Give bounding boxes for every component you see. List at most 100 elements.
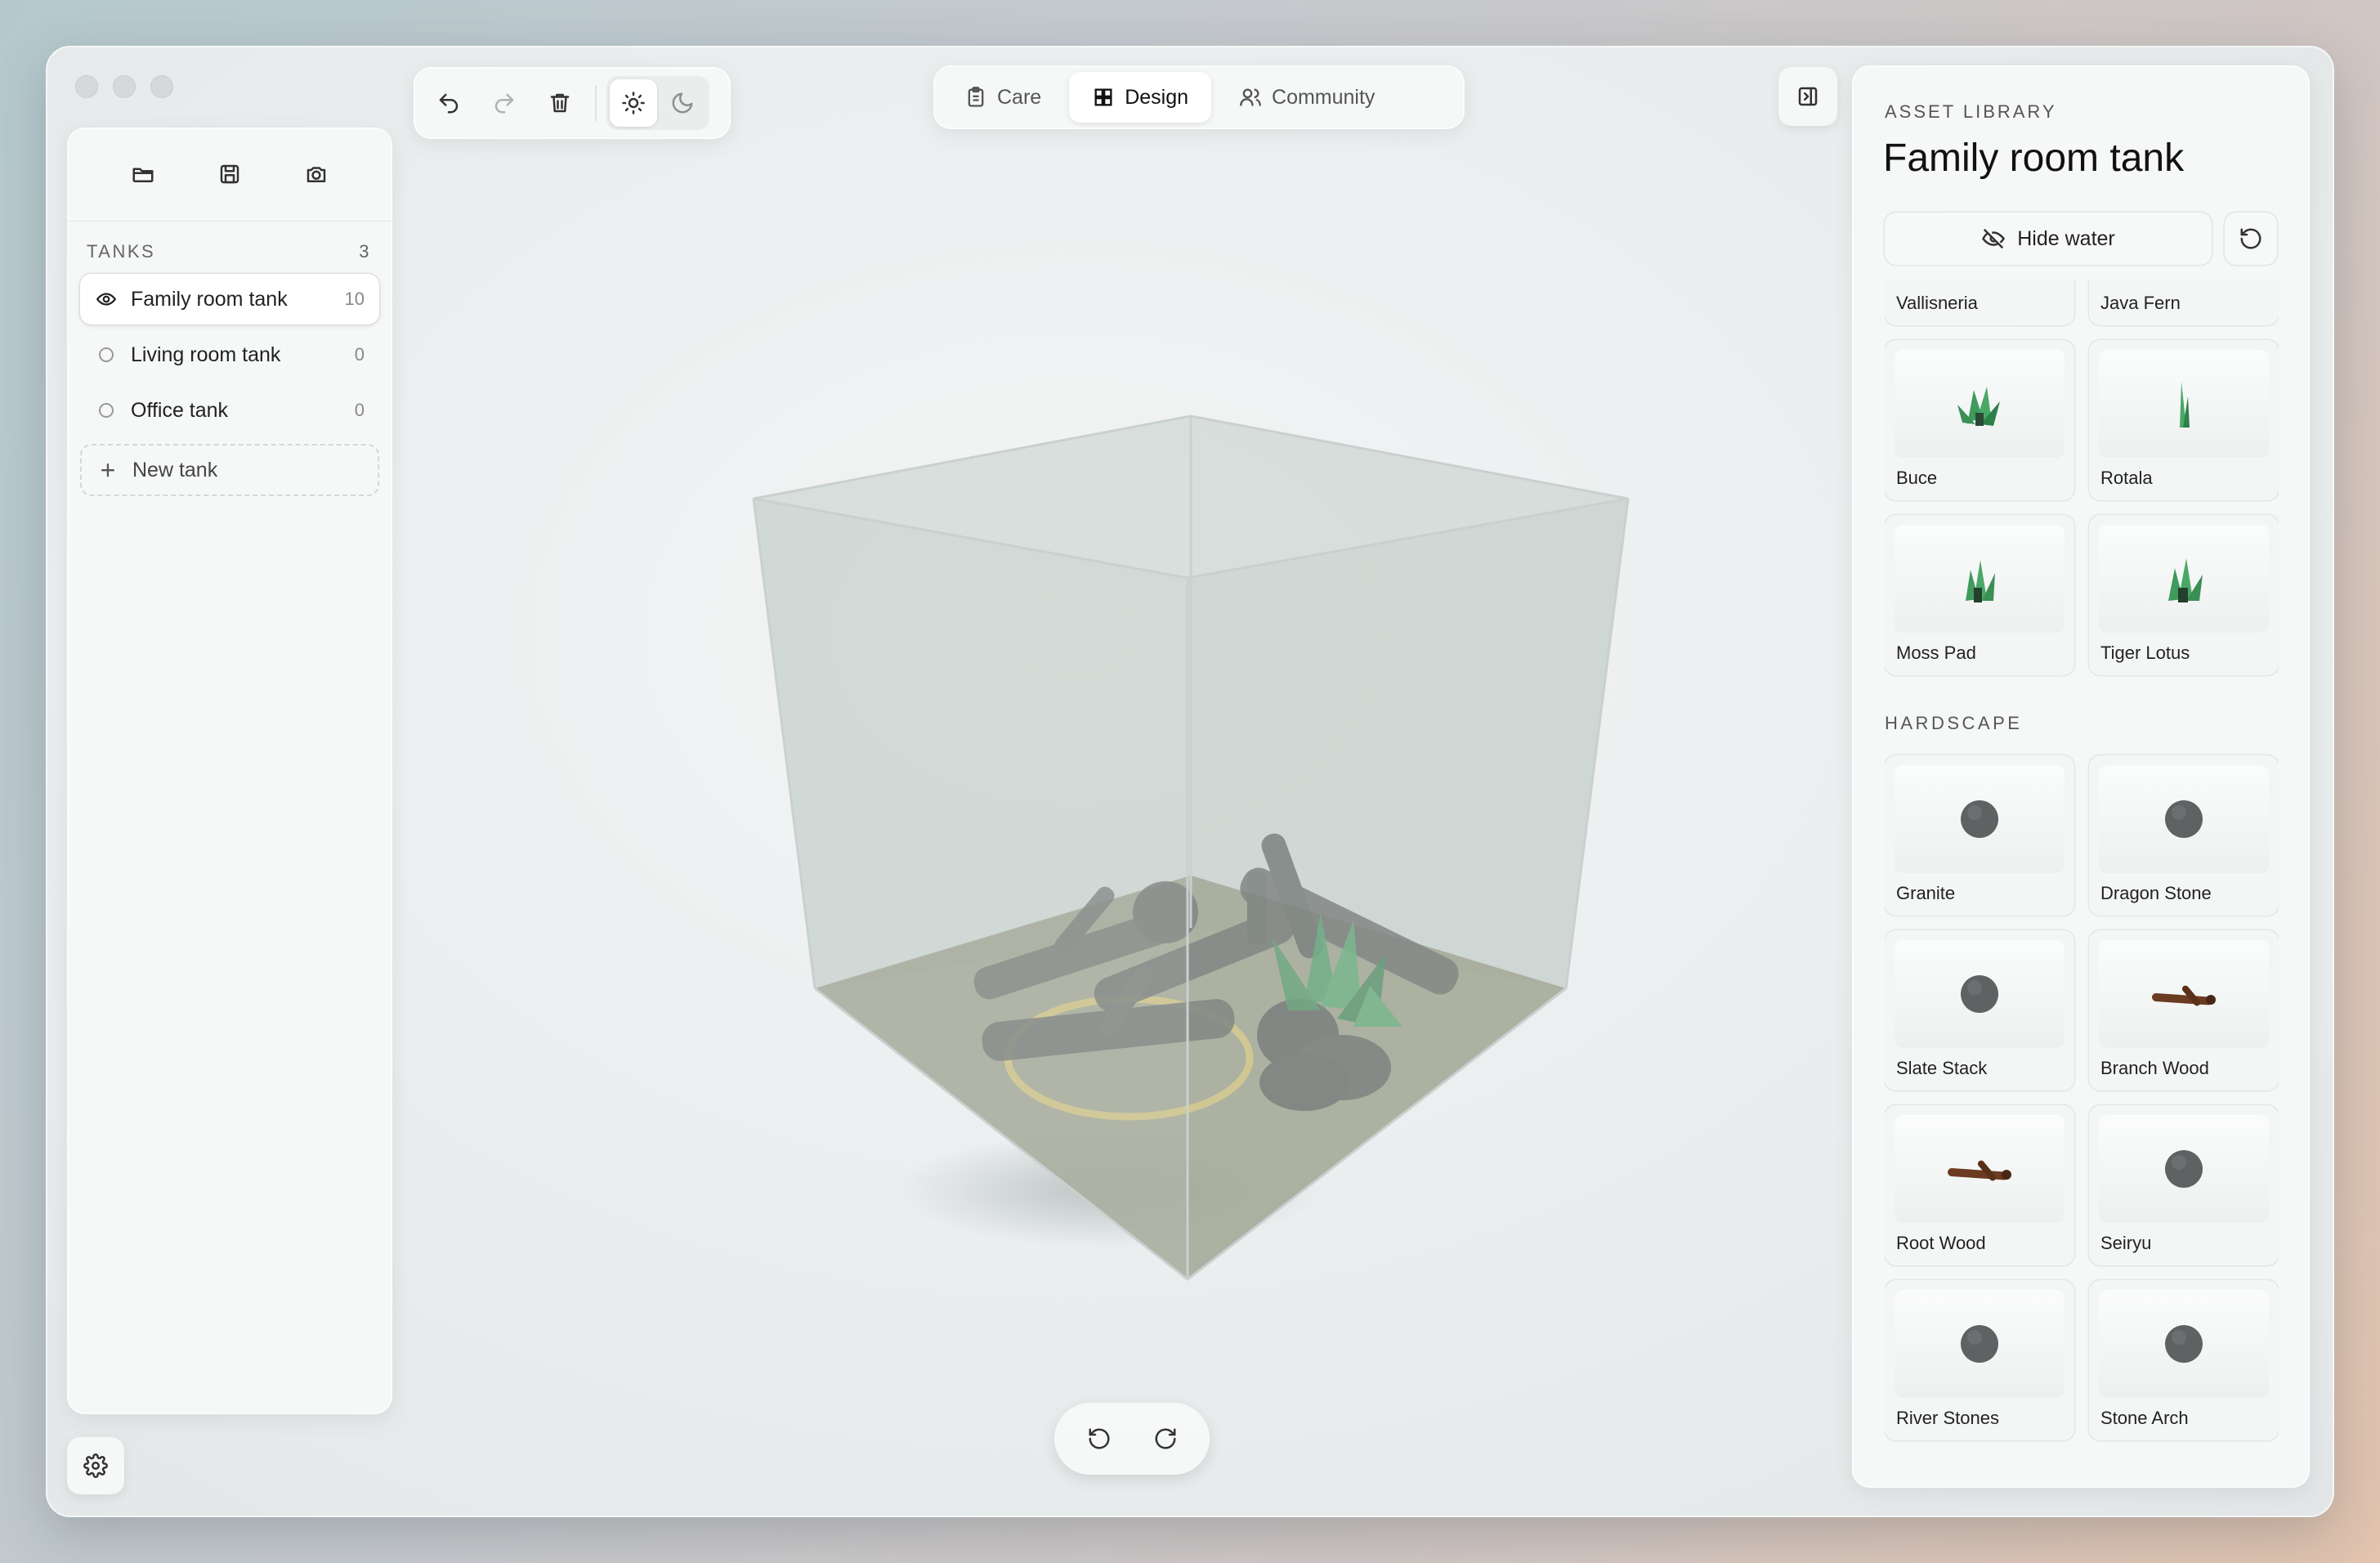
window-close-button[interactable] [75,75,98,98]
moon-icon[interactable] [659,79,706,127]
stone-icon [2165,1325,2203,1363]
redo-icon[interactable] [479,78,530,128]
tanks-section-header: TANKS 3 [67,222,392,269]
plus-icon: + [100,455,116,485]
asset-card-buce[interactable]: Buce [1885,340,2074,500]
wood-icon [2152,985,2216,1006]
asset-card-seiryu[interactable]: Seiryu [2089,1105,2279,1265]
tank-plants [1272,912,1402,1027]
open-folder-icon[interactable] [119,150,168,199]
stone-icon [1961,800,1998,838]
hide-water-label: Hide water [2017,226,2115,250]
window-minimize-button[interactable] [113,75,136,98]
tab-community[interactable]: Community [1216,72,1398,123]
asset-label: Seiryu [2100,1233,2152,1253]
stone-icon [2165,1150,2203,1188]
toolbar-divider [595,85,597,121]
view-rotation-controls [1054,1403,1210,1475]
stone-icon [2165,800,2203,838]
plant-icon [1957,387,2000,426]
circle-icon [95,347,118,362]
tank-water-left-front [754,499,1188,1279]
asset-label: Tiger Lotus [2100,643,2190,663]
asset-label: Dragon Stone [2100,883,2212,903]
users-icon [1240,88,1261,106]
reset-icon[interactable] [2225,213,2277,265]
tank-hardscape [973,833,1459,1111]
tank-water-right-front [1188,499,1628,1279]
settings-gear-icon[interactable] [67,1437,124,1494]
tank-item-count: 0 [354,344,365,365]
save-icon[interactable] [205,150,254,199]
undo-icon[interactable] [423,78,474,128]
camera-icon[interactable] [292,150,341,199]
window-controls [75,75,173,98]
asset-card-rotala[interactable]: Rotala [2089,340,2279,500]
theme-toggle [606,76,709,130]
asset-label: Granite [1896,883,1956,903]
eye-icon [95,289,118,310]
stone-icon [1961,1325,1998,1363]
asset-label: River Stones [1896,1408,1999,1428]
asset-label: Moss Pad [1896,643,1976,663]
asset-label: Rotala [2100,468,2153,488]
file-tools [67,128,392,222]
asset-card-river-stones[interactable]: River Stones [1885,1280,2074,1440]
trash-icon[interactable] [535,78,585,128]
hardscape-heading: HARDSCAPE [1885,713,2023,733]
tanks-count: 3 [359,241,371,262]
wood-icon [1948,1160,2011,1181]
tank-name: Office tank [131,398,229,422]
tank-item-count: 0 [354,400,365,420]
tank-item-living-room[interactable]: Living room tank 0 [80,329,379,380]
tank-shadow [896,1133,1321,1247]
asset-library-title: Family room tank [1883,137,2185,180]
asset-card-slate-stack[interactable]: Slate Stack [1885,930,2074,1091]
eye-off-icon [1982,228,2006,249]
tank-item-count: 10 [344,289,365,309]
asset-card-moss-pad[interactable]: Moss Pad [1885,515,2074,675]
tank-item-family-room[interactable]: Family room tank 10 [80,274,379,325]
tank-item-office[interactable]: Office tank 0 [80,385,379,436]
tab-design[interactable]: Design [1069,72,1212,123]
grid-icon [1094,88,1112,106]
plant-icon [2168,558,2203,602]
asset-card-dragon-stone[interactable]: Dragon Stone [2089,755,2279,916]
window-maximize-button[interactable] [150,75,173,98]
asset-card-stone-arch[interactable]: Stone Arch [2089,1280,2279,1440]
tab-label: Design [1125,85,1189,109]
rotate-left-icon[interactable] [1075,1414,1124,1463]
asset-label: Buce [1896,468,1938,488]
rotate-right-icon[interactable] [1141,1414,1190,1463]
tab-care[interactable]: Care [942,72,1064,123]
asset-card-root-wood[interactable]: Root Wood [1885,1105,2074,1265]
tank-water-left-back [754,416,1191,988]
asset-card-vallisneria[interactable]: Vallisneria [1885,280,2074,325]
hide-water-button[interactable]: Hide water [1885,213,2212,265]
tab-label: Community [1272,85,1376,109]
asset-list[interactable]: Vallisneria Java Fern Buce Rotala Moss P… [1885,280,2279,1488]
asset-card-java-fern[interactable]: Java Fern [2089,280,2279,325]
circle-icon [95,403,118,418]
sidebar-toggle-icon[interactable] [1778,67,1837,126]
tank-water-right-back [1191,416,1628,988]
edit-toolbar [414,67,731,139]
asset-label: Root Wood [1896,1233,1986,1253]
tank-name: Living room tank [131,343,281,366]
asset-card-branch-wood[interactable]: Branch Wood [2089,930,2279,1091]
asset-label: Branch Wood [2100,1058,2209,1078]
stone-icon [1961,975,1998,1013]
app-window: TANKS 3 Family room tank 10 Living room … [46,46,2334,1517]
asset-library-kicker: ASSET LIBRARY [1885,101,2057,122]
asset-label: Slate Stack [1896,1058,1988,1078]
mode-tabs: Care Design Community [933,65,1465,129]
stem-plant-icon [2180,382,2190,428]
asset-card-tiger-lotus[interactable]: Tiger Lotus [2089,515,2279,675]
tanks-heading: TANKS [87,241,156,262]
new-tank-label: New tank [132,458,218,481]
asset-library-panel: ASSET LIBRARY Family room tank Hide wate… [1852,65,2310,1488]
selection-ring [1004,995,1254,1121]
asset-card-granite[interactable]: Granite [1885,755,2074,916]
new-tank-button[interactable]: + New tank [80,444,379,496]
sun-icon[interactable] [610,79,657,127]
